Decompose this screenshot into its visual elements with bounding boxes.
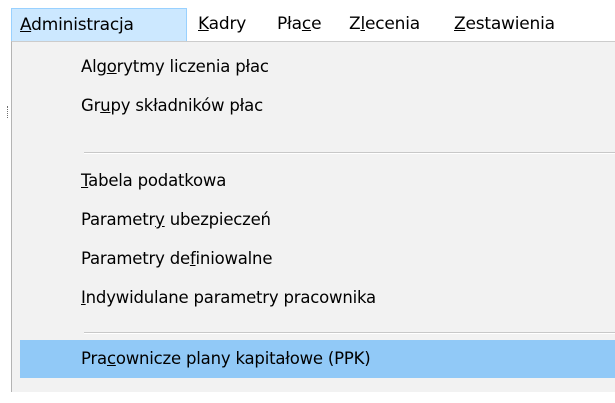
- menu-label-prefix: Pła: [277, 14, 302, 34]
- menu-mnemonic: c: [301, 14, 312, 34]
- label-suffix: iniowalne: [195, 249, 273, 268]
- menu-mnemonic: Z: [454, 14, 466, 34]
- menu-item-pracownicze-plany-kapitalowe[interactable]: Pracownicze plany kapitałowe (PPK): [20, 340, 615, 378]
- menu-item-label: Parametry ubezpieczeń: [81, 201, 271, 239]
- menu-mnemonic: A: [20, 15, 32, 35]
- label-mnemonic: y: [155, 210, 165, 229]
- menu-label-suffix: ecenia: [364, 14, 420, 34]
- menu-kadry[interactable]: Kadry: [190, 8, 267, 42]
- label-prefix: Gr: [81, 96, 101, 115]
- label-prefix: Parametry de: [81, 249, 190, 268]
- label-mnemonic: u: [100, 96, 111, 115]
- menu-item-label: Tabela podatkowa: [81, 162, 226, 200]
- menu-item-algorytmy-liczenia-plac[interactable]: Algorytmy liczenia płac: [20, 48, 615, 86]
- menu-item-parametry-ubezpieczen[interactable]: Parametry ubezpieczeń: [20, 201, 615, 239]
- label-prefix: Alg: [81, 57, 107, 76]
- menu-administracja[interactable]: Administracja: [11, 8, 187, 42]
- label-mnemonic: c: [106, 349, 116, 368]
- label-prefix: Pra: [81, 349, 107, 368]
- label-suffix: ubezpieczeń: [164, 210, 271, 229]
- label-prefix: Parametr: [81, 210, 156, 229]
- menu-label-suffix: estawienia: [465, 14, 555, 34]
- label-suffix: ownicze plany kapitałowe (PPK): [115, 349, 371, 368]
- menu-item-label: Pracownicze plany kapitałowe (PPK): [81, 340, 371, 378]
- label-suffix: rytmy liczenia płac: [116, 57, 269, 76]
- edge-mark: [7, 106, 10, 118]
- label-suffix: ndywidulane parametry pracownika: [85, 288, 376, 307]
- menu-label-suffix: adry: [208, 14, 247, 34]
- menu-item-indywidulane-parametry-pracownika[interactable]: Indywidulane parametry pracownika: [20, 279, 615, 317]
- menu-label-prefix: Z: [349, 14, 361, 34]
- menu-label-suffix: e: [311, 14, 322, 34]
- menu-separator: [84, 332, 615, 334]
- menu-place[interactable]: Płace: [269, 8, 339, 42]
- menu-bar: Administracja Kadry Płace Zlecenia Zesta…: [0, 0, 615, 43]
- administracja-dropdown-menu: Algorytmy liczenia płac Grupy składników…: [11, 41, 615, 392]
- label-suffix: abela podatkowa: [88, 171, 227, 190]
- menu-item-parametry-definiowalne[interactable]: Parametry definiowalne: [20, 240, 615, 278]
- menu-item-tabela-podatkowa[interactable]: Tabela podatkowa: [20, 162, 615, 200]
- menu-mnemonic: K: [198, 14, 209, 34]
- menu-label-suffix: dministracja: [31, 15, 134, 35]
- menu-item-label: Parametry definiowalne: [81, 240, 272, 278]
- menu-item-grupy-skladnikow-plac[interactable]: Grupy składników płac: [20, 87, 615, 125]
- menu-item-label: Grupy składników płac: [81, 87, 263, 125]
- label-suffix: py składników płac: [110, 96, 263, 115]
- menu-zestawienia[interactable]: Zestawienia: [446, 8, 615, 42]
- menu-item-label: Indywidulane parametry pracownika: [81, 279, 376, 317]
- label-mnemonic: o: [106, 57, 117, 76]
- menu-item-label: Algorytmy liczenia płac: [81, 48, 269, 86]
- window-left-edge: [0, 41, 11, 403]
- menu-zlecenia[interactable]: Zlecenia: [341, 8, 444, 42]
- menu-separator: [84, 152, 615, 154]
